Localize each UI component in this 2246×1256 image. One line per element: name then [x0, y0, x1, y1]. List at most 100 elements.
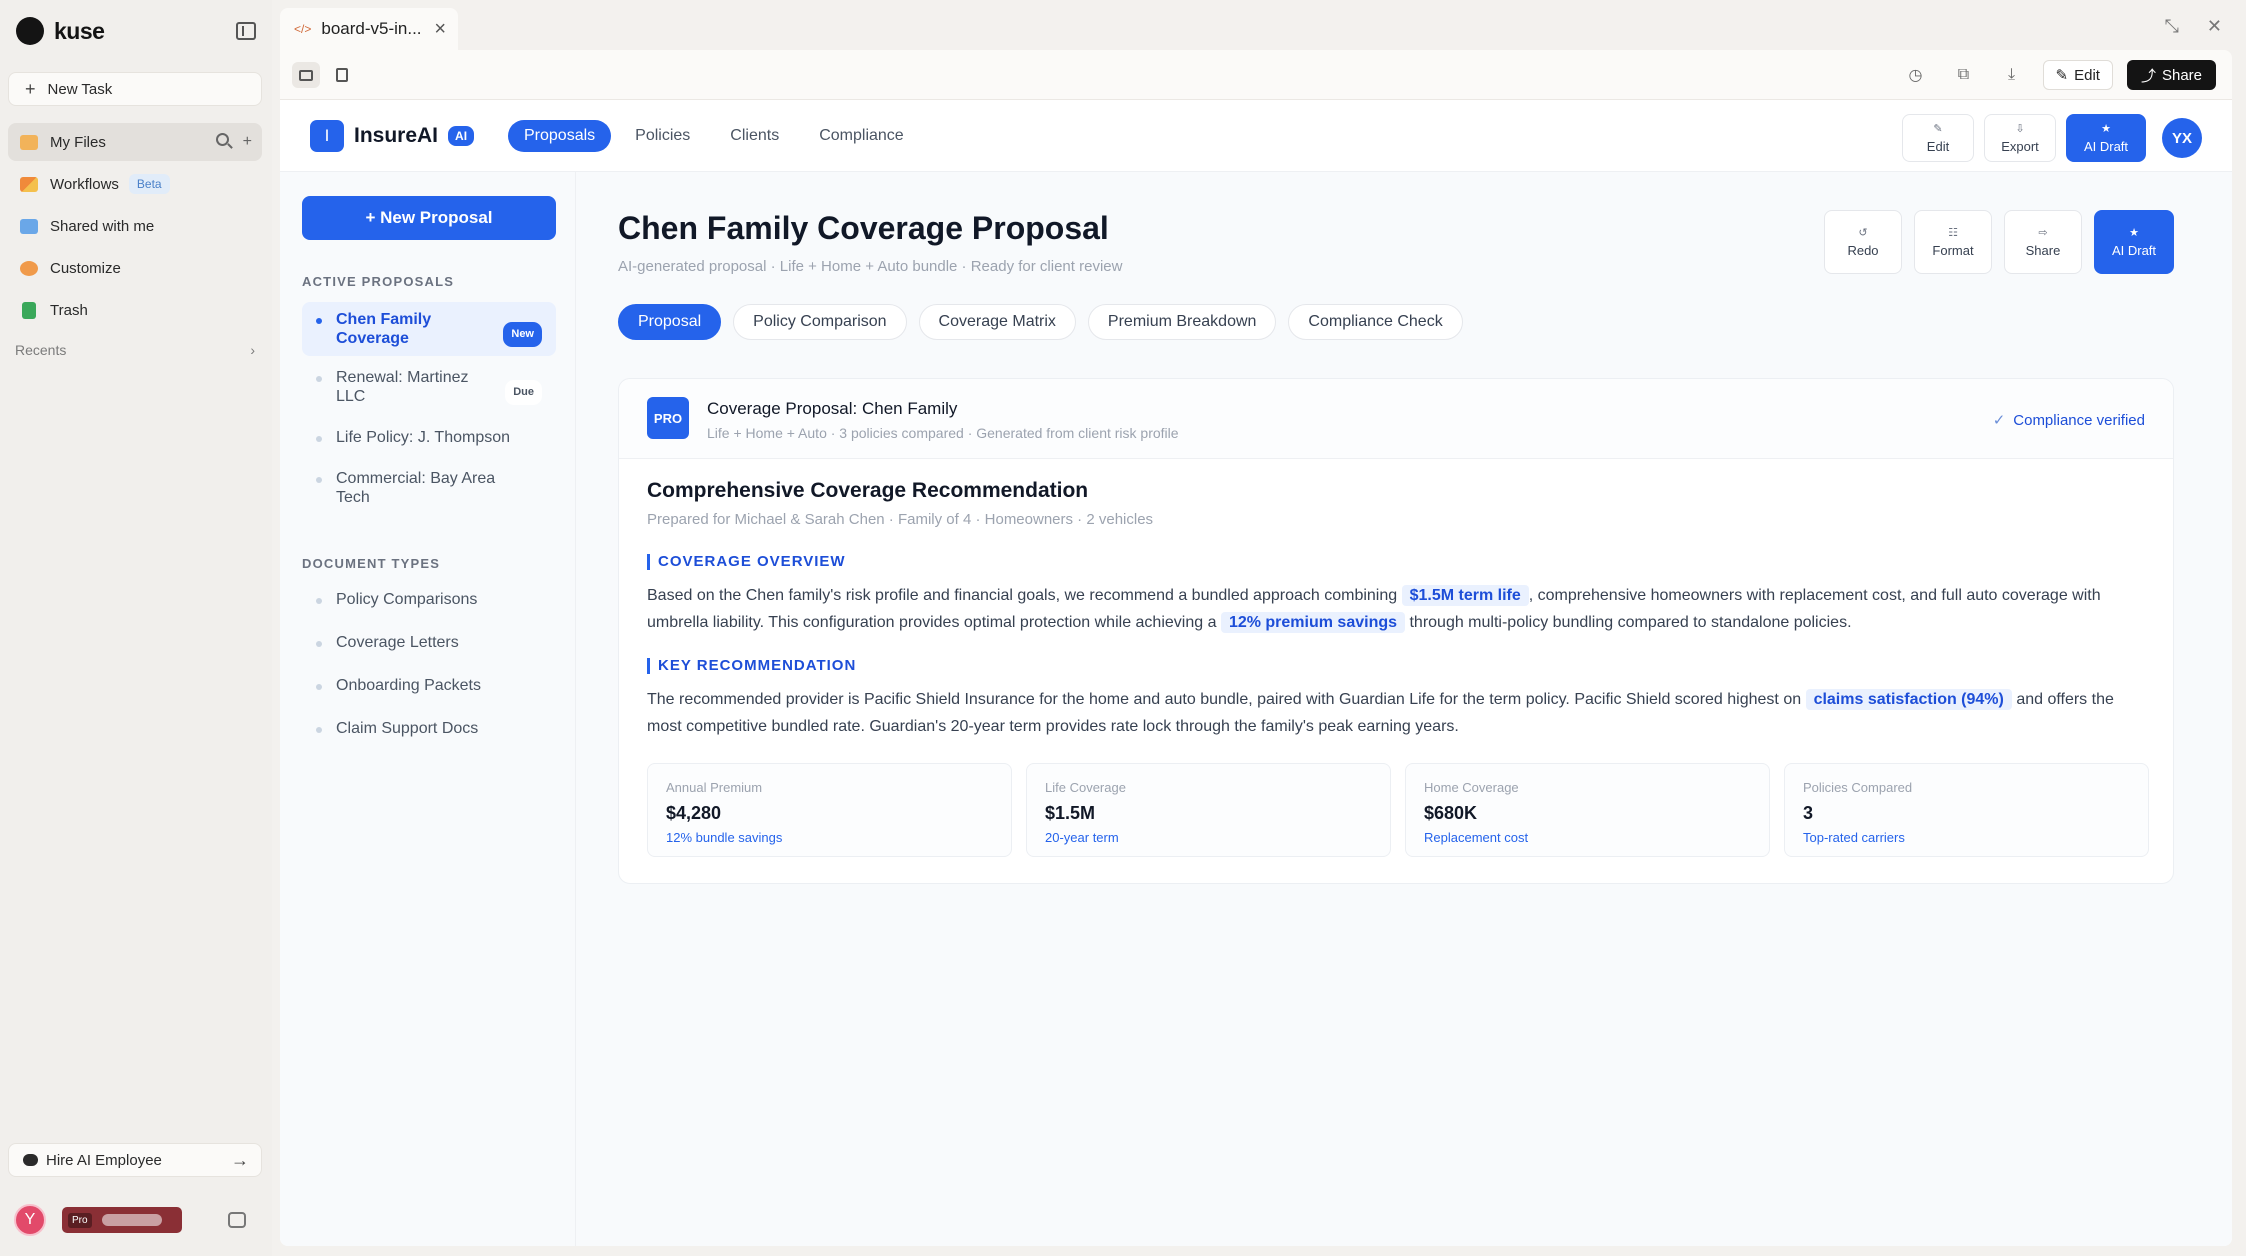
nav-compliance[interactable]: Compliance	[803, 120, 919, 152]
card-header: PRO Coverage Proposal: Chen Family Life …	[619, 379, 2173, 459]
rail-header: kuse	[16, 17, 256, 45]
tab-board[interactable]: </> board-v5-in... ×	[280, 8, 458, 50]
doctype-coverage-letters[interactable]: Coverage Letters	[302, 623, 556, 662]
metric-label: Life Coverage	[1045, 780, 1126, 795]
feedback-icon[interactable]	[228, 1212, 246, 1228]
open-external-icon[interactable]: ⧉	[1947, 60, 1981, 90]
format-button[interactable]: ☷ Format	[1914, 210, 1992, 274]
proposal-tabs: Proposal Policy Comparison Coverage Matr…	[618, 304, 1463, 340]
nav-proposals[interactable]: Proposals	[508, 120, 612, 152]
hire-ai-employee-button[interactable]: Hire AI Employee →	[8, 1143, 262, 1177]
button-label: Share	[2025, 243, 2061, 258]
minimize-icon[interactable]: ⤡	[2165, 16, 2179, 37]
desktop-view-button[interactable]	[292, 62, 320, 88]
nav-clients[interactable]: Clients	[714, 120, 795, 152]
metric-value: 3	[1803, 803, 1814, 823]
plan-tag: Pro	[68, 1212, 92, 1228]
document-types-heading: DOCUMENT TYPES	[302, 556, 441, 571]
share-arrow-icon: ⇨	[2038, 227, 2048, 239]
redo-button[interactable]: ↺ Redo	[1824, 210, 1902, 274]
proposal-martinez[interactable]: Renewal: Martinez LLC Due	[302, 360, 556, 414]
brand-name: InsureAI	[354, 124, 439, 147]
metric-annual-premium: Annual Premium $4,280 12% bundle savings	[647, 763, 1012, 857]
rail-item-workflows[interactable]: Workflows Beta	[8, 165, 262, 203]
edit-label: Edit	[2074, 66, 2100, 84]
rail-item-label: Customize	[50, 259, 121, 277]
metric-life-coverage: Life Coverage $1.5M 20-year term	[1026, 763, 1391, 857]
recents-header[interactable]: Recents ›	[15, 342, 255, 358]
sidebar-toggle-icon[interactable]	[236, 22, 256, 40]
metric-value: $680K	[1424, 803, 1478, 823]
tab-coverage-matrix[interactable]: Coverage Matrix	[918, 304, 1076, 340]
doc-share-button[interactable]: ⇨ Share	[2004, 210, 2082, 274]
text-segment: through multi-policy bundling compared t…	[1409, 614, 1852, 631]
proposal-bay-area-tech[interactable]: Commercial: Bay Area Tech	[302, 461, 556, 515]
page-subtitle: AI-generated proposal · Life + Home + Au…	[618, 258, 1123, 275]
tab-proposal[interactable]: Proposal	[618, 304, 722, 340]
compliance-status: ✓ Compliance verified	[1993, 411, 2145, 429]
button-label: Format	[1932, 243, 1974, 258]
ai-employee-icon	[23, 1154, 38, 1166]
rail-item-trash[interactable]: Trash	[8, 291, 262, 329]
app-header: I InsureAI AI Proposals Policies Clients…	[280, 100, 2232, 172]
recommendation-subtitle: Prepared for Michael & Sarah Chen · Fami…	[647, 511, 1154, 528]
share-button[interactable]: ⤴ Share	[2126, 60, 2216, 90]
button-label: Redo	[1847, 243, 1879, 258]
kuse-logo-text: kuse	[54, 17, 105, 44]
add-icon[interactable]: +	[243, 133, 252, 151]
plan-pill[interactable]: Pro	[62, 1207, 182, 1233]
header-export-button[interactable]: ⇩ Export	[1984, 114, 2056, 162]
doctype-onboarding-packets[interactable]: Onboarding Packets	[302, 666, 556, 705]
close-icon[interactable]: ✕	[2207, 16, 2222, 37]
close-tab-icon[interactable]: ×	[434, 18, 446, 41]
proposal-chen-family[interactable]: Chen Family Coverage New	[302, 302, 556, 356]
header-edit-button[interactable]: ✎ Edit	[1902, 114, 1974, 162]
document-view-button[interactable]	[328, 62, 356, 88]
pro-badge: PRO	[647, 397, 689, 439]
card-body: Comprehensive Coverage Recommendation Pr…	[647, 479, 2147, 740]
rail-item-customize[interactable]: Customize	[8, 249, 262, 287]
new-badge: New	[503, 322, 542, 347]
nav-policies[interactable]: Policies	[619, 120, 706, 152]
insureai-app: I InsureAI AI Proposals Policies Clients…	[280, 100, 2232, 1246]
metric-home-coverage: Home Coverage $680K Replacement cost	[1405, 763, 1770, 857]
rail-item-shared[interactable]: Shared with me	[8, 207, 262, 245]
doc-ai-draft-button[interactable]: ★ AI Draft	[2094, 210, 2174, 274]
doctype-claim-support-docs[interactable]: Claim Support Docs	[302, 709, 556, 748]
tab-compliance-check[interactable]: Compliance Check	[1288, 304, 1463, 340]
preview-toolbar: ◷ ⧉ ⤓ ✎ Edit ⤴ Share	[280, 50, 2232, 100]
history-icon[interactable]: ◷	[1899, 60, 1933, 90]
edit-button[interactable]: ✎ Edit	[2042, 60, 2113, 90]
highlight-term-life: $1.5M term life	[1401, 585, 1529, 606]
download-icon[interactable]: ⤓	[1995, 60, 2029, 90]
document-icon	[336, 68, 348, 82]
key-recommendation-heading: KEY RECOMMENDATION	[647, 658, 2147, 674]
plus-icon: +	[25, 78, 36, 99]
due-badge: Due	[505, 380, 542, 405]
rail-item-my-files[interactable]: My Files +	[8, 123, 262, 161]
tab-premium-breakdown[interactable]: Premium Breakdown	[1087, 304, 1277, 340]
recents-label: Recents	[15, 342, 67, 358]
beta-badge: Beta	[128, 174, 170, 194]
tab-policy-comparison[interactable]: Policy Comparison	[733, 304, 907, 340]
brand[interactable]: I InsureAI AI	[310, 120, 475, 152]
button-label: AI Draft	[2083, 139, 2129, 154]
coverage-overview-text: Based on the Chen family's risk profile …	[647, 582, 2147, 636]
new-proposal-button[interactable]: + New Proposal	[302, 196, 556, 240]
new-task-button[interactable]: + New Task	[8, 72, 262, 106]
proposal-thompson[interactable]: Life Policy: J. Thompson	[302, 418, 556, 457]
metric-label: Home Coverage	[1424, 780, 1519, 795]
metric-note: Replacement cost	[1424, 830, 1529, 845]
header-ai-draft-button[interactable]: ★ AI Draft	[2066, 114, 2146, 162]
text-segment: The recommended provider is Pacific Shie…	[647, 691, 1802, 708]
page-title: Chen Family Coverage Proposal	[618, 210, 1109, 246]
workflows-icon	[20, 176, 38, 192]
user-avatar[interactable]: Y	[14, 1204, 46, 1236]
metric-label: Annual Premium	[666, 780, 763, 795]
doctype-policy-comparisons[interactable]: Policy Comparisons	[302, 580, 556, 619]
user-avatar-yx[interactable]: YX	[2162, 118, 2202, 158]
search-icon[interactable]	[215, 133, 229, 146]
view-switcher	[292, 62, 356, 88]
main-nav: Proposals Policies Clients Compliance	[508, 120, 920, 152]
rail-item-label: Workflows	[50, 175, 119, 193]
